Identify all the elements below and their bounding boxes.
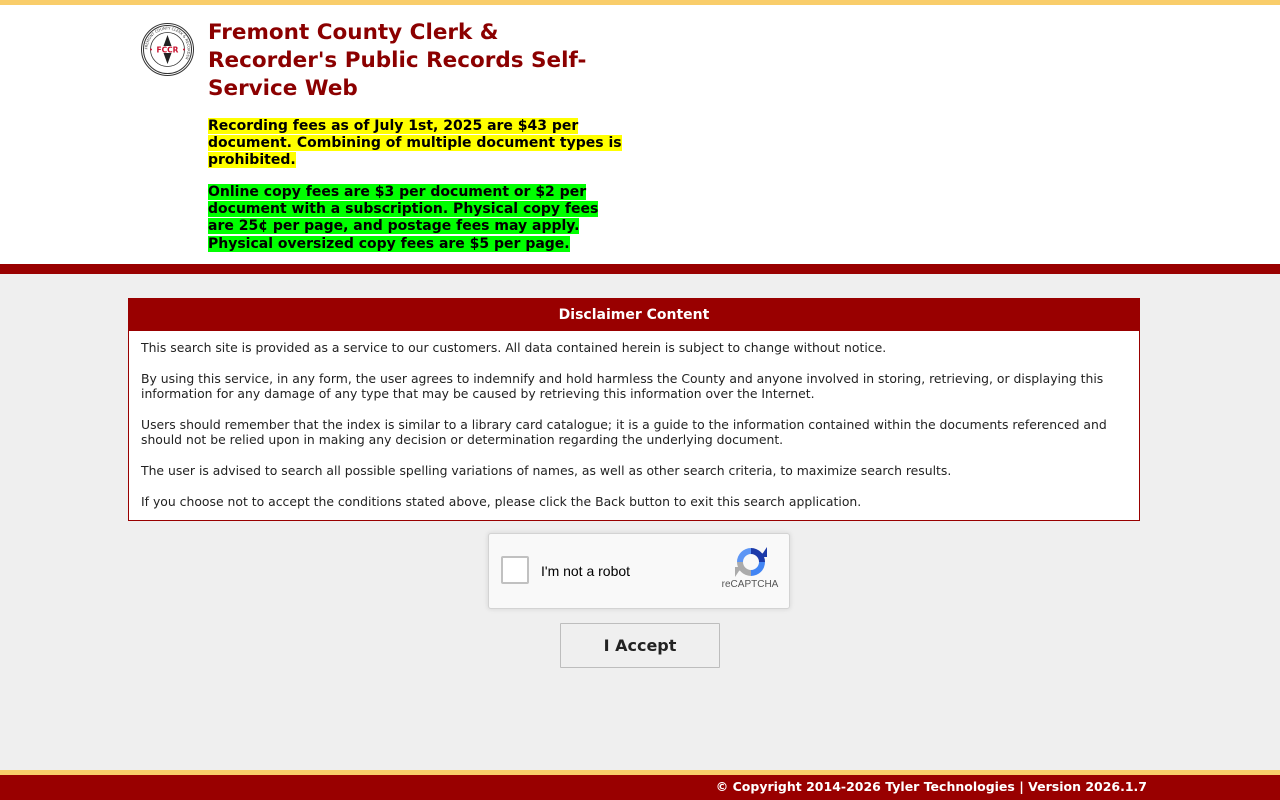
recaptcha-brand: reCAPTCHA (721, 579, 779, 590)
disclaimer-title: Disclaimer Content (129, 299, 1139, 331)
disclaimer-paragraph: If you choose not to accept the conditio… (141, 494, 862, 509)
disclaimer-paragraph: The user is advised to search all possib… (141, 463, 952, 478)
recaptcha-checkbox[interactable] (501, 556, 529, 584)
disclaimer-paragraph: By using this service, in any form, the … (141, 371, 1104, 401)
page-footer: © Copyright 2014-2026 Tyler Technologies… (0, 775, 1280, 800)
accept-button[interactable]: I Accept (560, 623, 720, 668)
seal-initials: FCCR (157, 45, 179, 54)
disclaimer-paragraph: Users should remember that the index is … (141, 417, 1107, 447)
disclaimer-body: This search site is provided as a servic… (129, 331, 1139, 509)
recording-fees-text: Recording fees as of July 1st, 2025 are … (208, 118, 622, 169)
seal-icon: FREMONT COUNTY CLERK & RECORDER FCCR (143, 25, 192, 74)
recaptcha-icon (735, 547, 767, 577)
county-seal-logo: FREMONT COUNTY CLERK & RECORDER FCCR (141, 23, 194, 76)
page-header: FREMONT COUNTY CLERK & RECORDER FCCR Fre… (0, 5, 1280, 264)
disclaimer-panel: Disclaimer Content This search site is p… (128, 298, 1140, 521)
copy-fees-notice: Online copy fees are $3 per document or … (208, 184, 628, 253)
copy-fees-text: Online copy fees are $3 per document or … (208, 184, 599, 252)
footer-copyright: © Copyright 2014-2026 Tyler Technologies… (715, 779, 1147, 794)
header-divider (0, 264, 1280, 274)
recaptcha-label: I'm not a robot (541, 563, 631, 579)
recording-fees-notice: Recording fees as of July 1st, 2025 are … (208, 118, 628, 170)
recaptcha-widget: I'm not a robot reCAPTCHA (488, 533, 790, 609)
page-title: Fremont County Clerk & Recorder's Public… (208, 20, 587, 101)
disclaimer-paragraph: This search site is provided as a servic… (141, 340, 887, 355)
